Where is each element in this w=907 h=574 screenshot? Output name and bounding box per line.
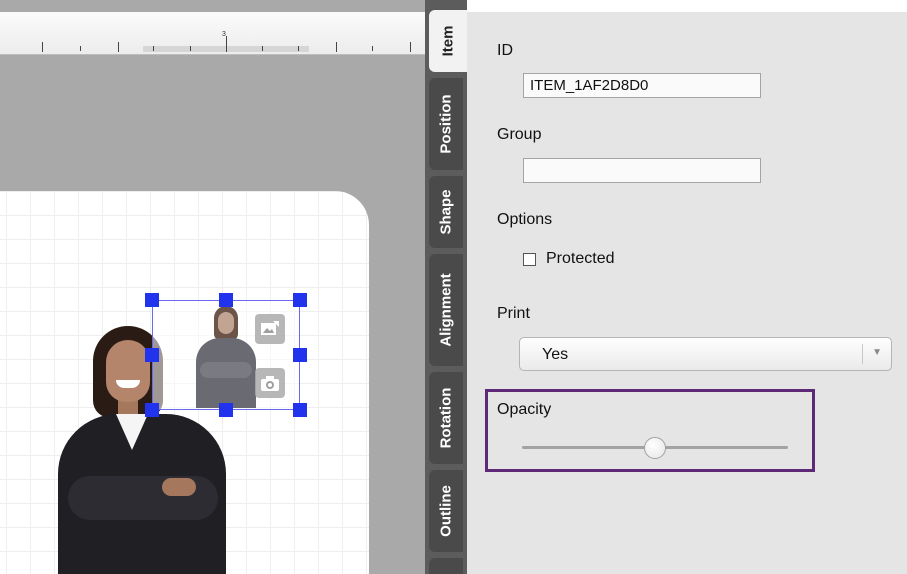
ruler-tick <box>80 46 81 51</box>
ruler-tick <box>372 46 373 51</box>
ruler-number: 3 <box>222 31 226 38</box>
tab-rotation[interactable]: Rotation <box>429 372 463 464</box>
chevron-down-icon: ▼ <box>872 347 882 358</box>
resize-handle-w[interactable] <box>145 348 159 362</box>
tab-shape-label: Shape <box>437 189 455 235</box>
id-label: ID <box>497 42 513 59</box>
print-label: Print <box>497 305 530 322</box>
tab-outline-label: Outline <box>437 485 455 537</box>
tab-alignment-label: Alignment <box>437 273 455 347</box>
opacity-slider-thumb[interactable] <box>644 437 666 459</box>
ruler-tick <box>153 46 154 51</box>
tab-item[interactable]: Item <box>429 10 467 72</box>
select-separator <box>862 344 863 364</box>
resize-handle-e[interactable] <box>293 348 307 362</box>
ruler-tick <box>262 46 263 51</box>
tab-position[interactable]: Position <box>429 78 463 170</box>
tab-outline[interactable]: Outline <box>429 470 463 552</box>
panel-top-strip <box>467 0 907 12</box>
ruler-tick <box>42 42 43 52</box>
ruler-tick <box>226 36 227 52</box>
id-field[interactable] <box>523 73 761 98</box>
resize-handle-n[interactable] <box>219 293 233 307</box>
print-select[interactable]: Yes ▼ <box>519 337 892 371</box>
ruler: 3 <box>0 12 425 55</box>
print-select-value: Yes <box>542 346 569 363</box>
tab-rotation-label: Rotation <box>437 387 455 449</box>
resize-handle-sw[interactable] <box>145 403 159 417</box>
vertical-tab-strip: Item Position Shape Alignment Rotation O… <box>425 0 467 574</box>
replace-image-button[interactable] <box>255 314 285 344</box>
resize-handle-nw[interactable] <box>145 293 159 307</box>
ruler-tick <box>298 46 299 51</box>
camera-icon <box>261 376 279 391</box>
replace-image-icon <box>261 321 279 335</box>
ruler-tick <box>190 46 191 51</box>
photo-arms <box>68 476 218 520</box>
resize-handle-se[interactable] <box>293 403 307 417</box>
protected-label: Protected <box>546 250 615 267</box>
photo-hand <box>162 478 196 496</box>
group-label: Group <box>497 126 542 143</box>
canvas-area[interactable]: 3 <box>0 0 425 574</box>
photo-face <box>106 340 150 402</box>
tab-position-label: Position <box>437 94 455 154</box>
opacity-label: Opacity <box>497 401 552 418</box>
image-placeholder-thumbnail <box>196 304 256 408</box>
resize-handle-s[interactable] <box>219 403 233 417</box>
ruler-tick <box>118 42 119 52</box>
tab-item-label: Item <box>439 25 457 57</box>
thumb-face <box>218 312 234 334</box>
group-field[interactable] <box>523 158 761 183</box>
tab-alignment[interactable]: Alignment <box>429 254 463 366</box>
resize-handle-ne[interactable] <box>293 293 307 307</box>
app-window: 3 Item Position Shape Alignment Rotation… <box>0 0 907 574</box>
thumb-arms <box>200 362 252 378</box>
ruler-tick <box>336 42 337 52</box>
ruler-tick <box>410 42 411 52</box>
options-label: Options <box>497 211 553 228</box>
properties-panel: ID Group Options Protected Print Yes ▼ O… <box>467 0 907 574</box>
tab-more[interactable] <box>429 558 463 574</box>
camera-button[interactable] <box>255 368 285 398</box>
tab-shape[interactable]: Shape <box>429 176 463 248</box>
protected-checkbox[interactable] <box>523 253 536 266</box>
